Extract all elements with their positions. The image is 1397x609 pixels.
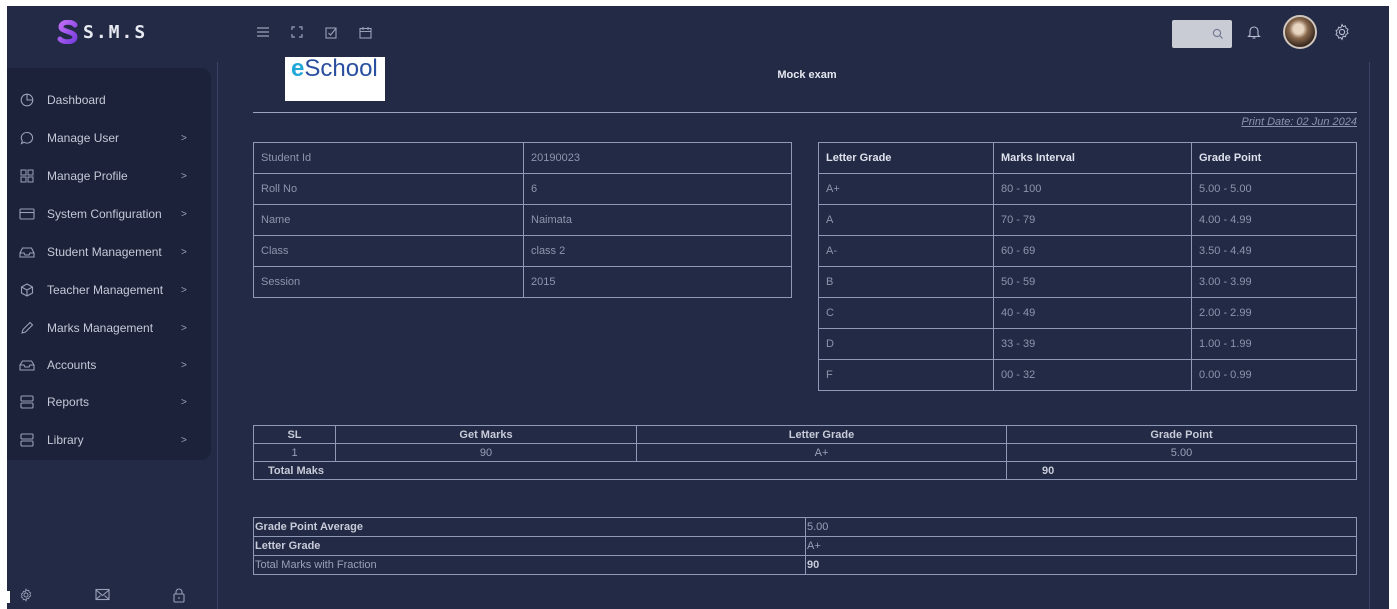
chevron-right-icon: > [181, 208, 187, 220]
marks-table: SL Get Marks Letter Grade Grade Point 1 … [253, 425, 1357, 480]
sidebar-item-label: Library [47, 433, 84, 447]
content-border-right [1369, 62, 1370, 609]
search-input[interactable] [1172, 20, 1232, 48]
lock-icon[interactable] [173, 588, 185, 608]
chevron-right-icon: > [181, 132, 187, 144]
sidebar-item-label: Manage User [47, 131, 120, 145]
chevron-right-icon: > [181, 359, 187, 371]
sidebar-item-label: Student Management [47, 245, 162, 259]
sidebar-item-manage-user[interactable]: Manage User > [7, 120, 211, 156]
table-row: 1 90 A+ 5.00 [253, 443, 1357, 462]
summary-table: Grade Point Average 5.00 Letter Grade A+ T… [253, 517, 1357, 575]
table-row: Student Id 20190023 [253, 142, 792, 174]
table-row: Letter Grade A+ [253, 536, 1357, 556]
sidebar-item-dashboard[interactable]: Dashboard [7, 82, 211, 118]
chevron-right-icon: > [181, 284, 187, 296]
sidebar-item-student-management[interactable]: Student Management > [7, 234, 211, 270]
sidebar: Dashboard Manage User > Manage Profile >… [7, 68, 211, 460]
box-icon [19, 282, 35, 298]
table-row: A 70 - 79 4.00 - 4.99 [818, 204, 1357, 236]
gear-icon[interactable] [19, 588, 33, 607]
table-row: C 40 - 49 2.00 - 2.99 [818, 297, 1357, 329]
sidebar-item-label: Reports [47, 395, 90, 409]
table-row: Name Naimata [253, 204, 792, 236]
table-header-row: Letter Grade Marks Interval Grade Point [818, 142, 1357, 174]
sidebar-item-reports[interactable]: Reports > [7, 384, 211, 420]
table-row: Roll No 6 [253, 173, 792, 205]
chevron-right-icon: > [181, 434, 187, 446]
table-row: Class class 2 [253, 235, 792, 267]
chevron-right-icon: > [181, 170, 187, 182]
bell-icon[interactable] [1247, 24, 1261, 45]
grid-icon [19, 168, 35, 184]
inbox-icon [19, 244, 35, 260]
calendar-icon[interactable] [357, 24, 373, 40]
sidebar-item-teacher-management[interactable]: Teacher Management > [7, 272, 211, 308]
sidebar-footer [7, 586, 211, 608]
tray-icon [19, 357, 35, 373]
app-window: S.M.S Dashboard Manage User > Manage Pro… [7, 6, 1389, 609]
top-bar: S.M.S [7, 6, 1389, 62]
total-row: Total Maks 90 [253, 461, 1357, 480]
gear-icon[interactable] [1333, 23, 1351, 46]
exam-title: Mock exam [777, 69, 837, 81]
school-logo: eSchool [285, 57, 385, 101]
student-info-table: Student Id 20190023 Roll No 6 Name Naimata … [253, 142, 792, 298]
table-row: A- 60 - 69 3.50 - 4.49 [818, 235, 1357, 267]
hamburger-icon[interactable] [255, 24, 271, 40]
chevron-right-icon: > [181, 396, 187, 408]
chevron-right-icon: > [181, 322, 187, 334]
sidebar-item-label: Marks Management [47, 321, 154, 335]
sidebar-item-label: Dashboard [47, 93, 106, 107]
brand-name: S.M.S [83, 21, 148, 43]
table-row: B 50 - 59 3.00 - 3.99 [818, 266, 1357, 298]
table-header-row: SL Get Marks Letter Grade Grade Point [253, 425, 1357, 444]
print-date: Print Date: 02 Jun 2024 [1241, 116, 1357, 128]
sidebar-item-library[interactable]: Library > [7, 422, 211, 458]
checkbox-icon[interactable] [323, 24, 339, 40]
sidebar-item-accounts[interactable]: Accounts > [7, 347, 211, 383]
server-icon [19, 394, 35, 410]
avatar[interactable] [1283, 15, 1317, 49]
sidebar-item-marks-management[interactable]: Marks Management > [7, 310, 211, 346]
credit-card-icon [19, 206, 35, 222]
sidebar-item-label: Manage Profile [47, 169, 128, 183]
search-icon[interactable] [1212, 27, 1224, 45]
brand-s-icon [57, 20, 79, 44]
table-row: Session 2015 [253, 266, 792, 298]
grade-scale-table: Letter Grade Marks Interval Grade Point … [818, 142, 1357, 391]
pie-chart-icon [19, 92, 35, 108]
content-border-left [217, 62, 218, 609]
server-icon [19, 432, 35, 448]
sidebar-item-label: Teacher Management [47, 283, 164, 297]
chat-bubble-icon [19, 130, 35, 146]
corner-marker [0, 591, 10, 603]
sidebar-item-label: Accounts [47, 358, 97, 372]
table-row: F 00 - 32 0.00 - 0.99 [818, 359, 1357, 391]
sidebar-item-manage-profile[interactable]: Manage Profile > [7, 158, 211, 194]
brand-logo[interactable]: S.M.S [57, 20, 147, 44]
fullscreen-icon[interactable] [289, 24, 305, 40]
table-row: D 33 - 39 1.00 - 1.99 [818, 328, 1357, 360]
sidebar-item-label: System Configuration [47, 207, 162, 221]
mail-icon[interactable] [95, 588, 110, 606]
sidebar-item-system-configuration[interactable]: System Configuration > [7, 196, 211, 232]
header-divider [253, 112, 1357, 113]
table-row: A+ 80 - 100 5.00 - 5.00 [818, 173, 1357, 205]
chevron-right-icon: > [181, 246, 187, 258]
table-row: Grade Point Average 5.00 [253, 517, 1357, 537]
pen-icon [19, 320, 35, 336]
table-row: Total Marks with Fraction 90 [253, 555, 1357, 575]
